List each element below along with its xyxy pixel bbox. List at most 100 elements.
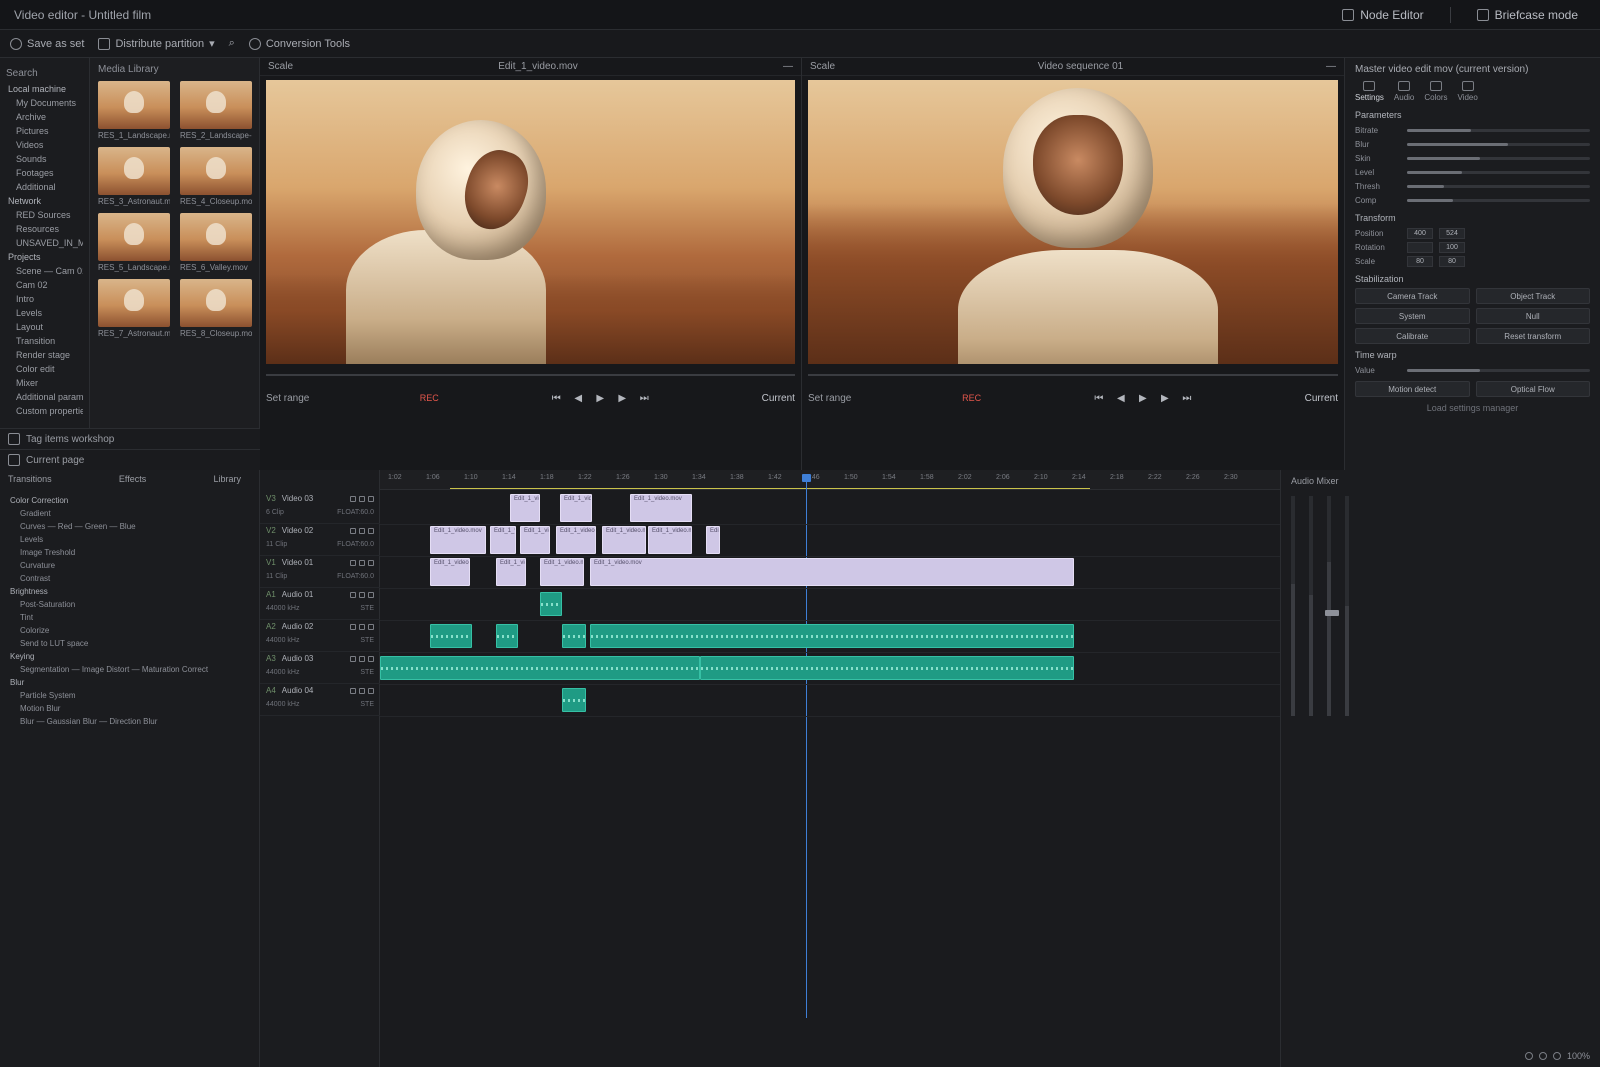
track-name[interactable]: Video 02 (282, 526, 313, 535)
media-thumbnail[interactable]: RES_6_Valley.mov (180, 213, 252, 273)
tree-item[interactable]: Pictures (6, 124, 83, 138)
mute-icon[interactable] (359, 591, 365, 598)
tree-item[interactable]: Transition (6, 334, 83, 348)
tree-item[interactable]: Layout (6, 320, 83, 334)
tree-item[interactable]: RED Sources (6, 208, 83, 222)
video-clip[interactable]: Edit_1_video.mov (630, 494, 692, 522)
track-name[interactable]: Video 01 (282, 558, 313, 567)
video-clip[interactable]: Edit_1_video.mov (556, 526, 596, 554)
stabilization-button[interactable]: Camera Track (1355, 288, 1470, 304)
skip-end-icon[interactable]: ⏭ (1180, 392, 1194, 404)
lock-icon[interactable] (350, 687, 356, 694)
media-thumbnail[interactable]: RES_8_Closeup.mov (180, 279, 252, 339)
timeline-ruler[interactable]: 1:02 1:06 1:10 1:14 1:18 1:22 1:26 1:30 1:34 1:38… (380, 470, 1280, 490)
stabilization-button[interactable]: Object Track (1475, 288, 1590, 304)
step-back-icon[interactable]: ◀ (571, 392, 585, 404)
video-clip[interactable]: Edit_1_video.mov (430, 526, 486, 554)
source-scrub-bar[interactable] (266, 374, 795, 376)
step-forward-icon[interactable]: ▶ (615, 392, 629, 404)
inspector-tab[interactable]: Settings (1355, 81, 1384, 102)
audio-clip[interactable] (496, 624, 518, 648)
tree-item[interactable]: Archive (6, 110, 83, 124)
effect-group[interactable]: Keying (8, 650, 251, 663)
video-clip[interactable]: Edit_1_video.mov (590, 558, 1074, 586)
link-icon[interactable] (1538, 1052, 1547, 1060)
search-tool-button[interactable]: ⌕ (229, 37, 235, 50)
effect-group[interactable]: Brightness (8, 585, 251, 598)
media-thumbnail[interactable]: RES_5_Landscape.mov (98, 213, 170, 273)
inspector-tab[interactable]: Colors (1424, 81, 1448, 102)
visibility-icon[interactable] (368, 527, 374, 534)
effect-item[interactable]: Curvature (8, 559, 251, 572)
skip-start-icon[interactable]: ⏮ (549, 392, 563, 404)
current-button[interactable]: Current (1305, 393, 1338, 404)
conversion-tools-button[interactable]: Conversion Tools (248, 37, 350, 50)
track-name[interactable]: Audio 02 (282, 622, 314, 631)
effect-item[interactable]: Particle System (8, 689, 251, 702)
briefcase-mode-button[interactable]: Briefcase mode (1469, 4, 1586, 26)
effect-item[interactable]: Levels (8, 533, 251, 546)
stabilization-button[interactable]: System (1355, 308, 1470, 324)
rec-indicator[interactable]: REC (962, 393, 981, 403)
media-thumbnail[interactable]: RES_2_Landscape-Fill.mov (180, 81, 252, 141)
tree-item[interactable]: Additional (6, 180, 83, 194)
transform-value-b[interactable]: 80 (1439, 255, 1465, 267)
tree-item[interactable]: Scene — Cam 01 (6, 264, 83, 278)
transform-value-a[interactable]: 400 (1407, 227, 1433, 239)
lock-icon[interactable] (350, 655, 356, 662)
tree-item[interactable]: Color edit (6, 362, 83, 376)
video-clip[interactable]: Edit_1_video.mov (510, 494, 540, 522)
parameter-slider[interactable] (1407, 368, 1590, 372)
mute-icon[interactable] (359, 495, 365, 502)
effects-tab[interactable]: Library (213, 474, 241, 484)
track-name[interactable]: Audio 04 (282, 686, 314, 695)
tree-item[interactable]: UNSAVED_IN_M_F (6, 236, 83, 250)
video-clip[interactable]: Edit_1_video.mov (520, 526, 550, 554)
effect-item[interactable]: Curves — Red — Green — Blue (8, 520, 251, 533)
visibility-icon[interactable] (368, 559, 374, 566)
time-warp-button[interactable]: Motion detect (1355, 381, 1470, 397)
tree-item[interactable]: Resources (6, 222, 83, 236)
tree-projects[interactable]: Projects (6, 250, 83, 264)
load-settings-link[interactable]: Load settings manager (1355, 403, 1590, 413)
lock-icon[interactable] (350, 559, 356, 566)
visibility-icon[interactable] (368, 687, 374, 694)
track-name[interactable]: Audio 03 (282, 654, 314, 663)
audio-clip[interactable] (430, 624, 472, 648)
rec-indicator[interactable]: REC (420, 393, 439, 403)
video-clip[interactable]: Edit_1_video.mov (496, 558, 526, 586)
effects-tab[interactable]: Transitions (8, 474, 52, 484)
snap-icon[interactable] (1552, 1052, 1561, 1060)
parameter-slider[interactable] (1407, 184, 1590, 188)
audio-clip[interactable] (562, 688, 586, 712)
track-name[interactable]: Audio 01 (282, 590, 314, 599)
program-scrub-bar[interactable] (808, 374, 1338, 376)
play-icon[interactable]: ▶ (593, 392, 607, 404)
transform-value-a[interactable] (1407, 241, 1433, 253)
skip-start-icon[interactable]: ⏮ (1092, 392, 1106, 404)
tree-item[interactable]: Custom properties (6, 404, 83, 418)
stabilization-button[interactable]: Reset transform (1475, 328, 1590, 344)
audio-clip[interactable] (700, 656, 1074, 680)
mute-icon[interactable] (359, 623, 365, 630)
media-thumbnail[interactable]: RES_4_Closeup.mov (180, 147, 252, 207)
media-thumbnail[interactable]: RES_1_Landscape.mov (98, 81, 170, 141)
transform-value-b[interactable]: 524 (1439, 227, 1465, 239)
mute-icon[interactable] (359, 655, 365, 662)
effect-group[interactable]: Blur (8, 676, 251, 689)
audio-clip[interactable] (380, 656, 700, 680)
effects-tab[interactable]: Effects (119, 474, 146, 484)
parameter-slider[interactable] (1407, 156, 1590, 160)
stabilization-button[interactable]: Null (1475, 308, 1590, 324)
parameter-slider[interactable] (1407, 142, 1590, 146)
effect-item[interactable]: Image Treshold (8, 546, 251, 559)
video-clip[interactable]: Edit_1_video.mov (602, 526, 646, 554)
time-warp-button[interactable]: Optical Flow (1475, 381, 1590, 397)
audio-clip[interactable] (562, 624, 586, 648)
source-video-frame[interactable] (266, 80, 795, 364)
video-clip[interactable]: Edit_1_video.mov (430, 558, 470, 586)
media-thumbnail[interactable]: RES_3_Astronaut.mov (98, 147, 170, 207)
tree-item[interactable]: Intro (6, 292, 83, 306)
tree-item[interactable]: Sounds (6, 152, 83, 166)
parameter-slider[interactable] (1407, 170, 1590, 174)
